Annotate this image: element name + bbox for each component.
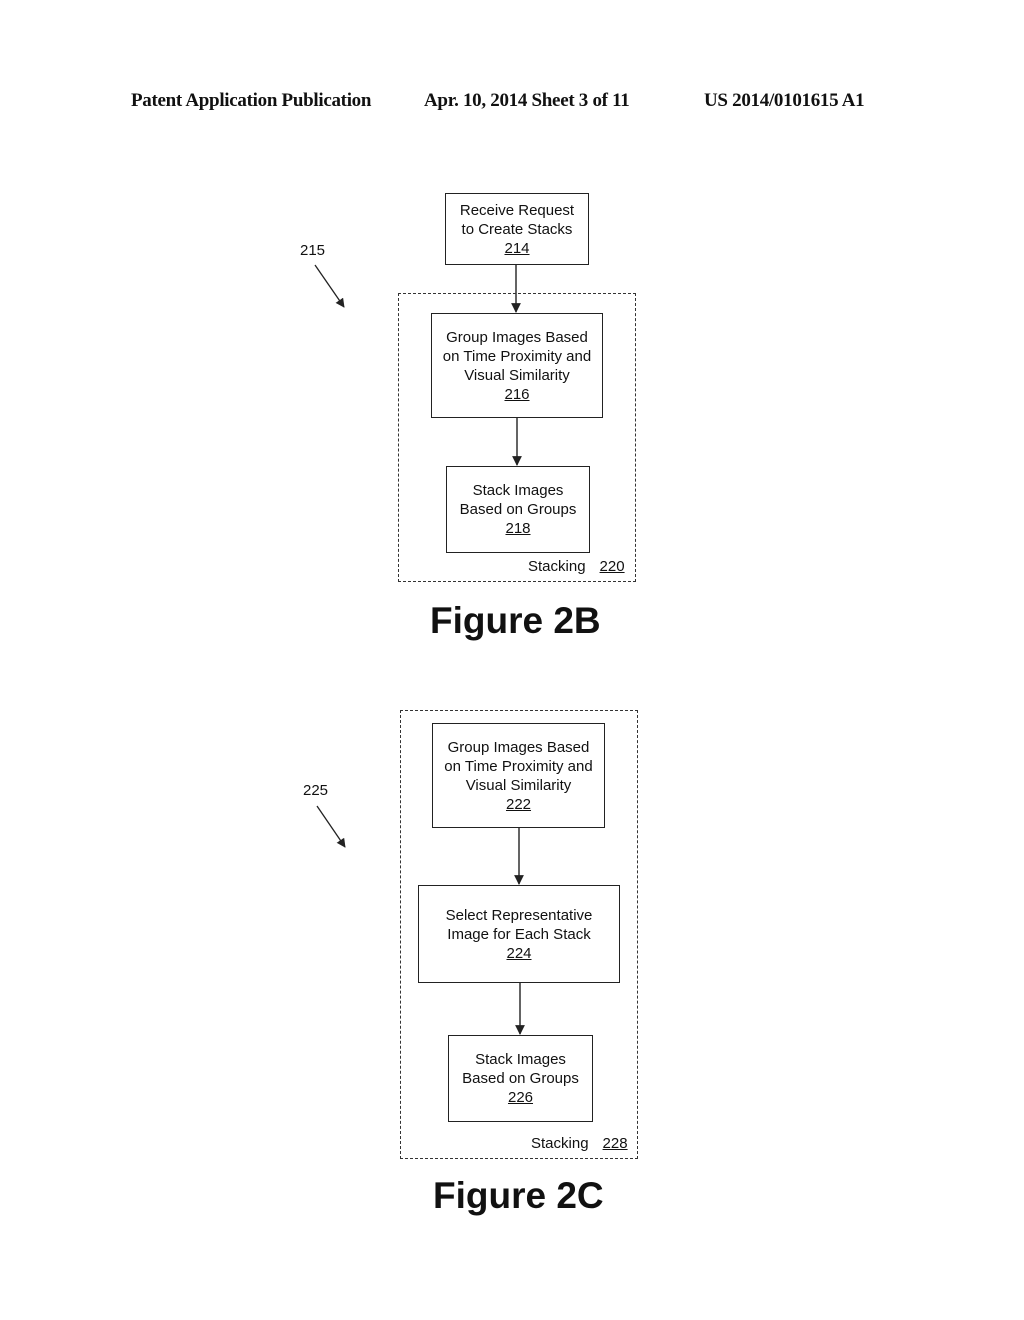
flow-step-group-images: Group Images Based on Time Proximity and… xyxy=(431,313,603,418)
step-text-line: Based on Groups xyxy=(459,501,577,518)
figure-2b-caption: Figure 2B xyxy=(430,600,601,641)
step-reference-number: 216 xyxy=(504,385,530,403)
step-text-line: to Create Stacks xyxy=(461,220,573,238)
step-text-line: on Time Proximity and xyxy=(444,757,593,775)
ref-arrow-215 xyxy=(314,264,345,308)
figure-2c-caption: Figure 2C xyxy=(433,1175,604,1216)
flow-step-stack-images: Stack Images Based on Groups 218 xyxy=(446,466,590,553)
flow-step-receive-request: Receive Request to Create Stacks 214 xyxy=(445,193,589,265)
header-publication-type: Patent Application Publication xyxy=(131,90,372,111)
stacking-container-label: Stacking 228 xyxy=(531,1135,628,1152)
step-text-line: Group Images Based xyxy=(447,738,590,756)
step-reference-number: 222 xyxy=(505,795,532,813)
figure-2c-reference-label: 225 xyxy=(303,782,329,799)
step-text-line: on Time Proximity and xyxy=(442,347,592,365)
stacking-container-label: Stacking 220 xyxy=(528,558,625,575)
step-text-line: Receive Request xyxy=(459,201,575,219)
step-text-line: Select Representative xyxy=(445,906,593,924)
ref-arrow-225 xyxy=(316,805,346,848)
container-label-text: Stacking xyxy=(531,1135,589,1152)
step-text-line: Group Images Based xyxy=(446,328,588,346)
flow-step-stack-images: Stack Images Based on Groups 226 xyxy=(448,1035,593,1122)
step-reference-number: 224 xyxy=(506,944,532,962)
header-date-sheet: Apr. 10, 2014 Sheet 3 of 11 xyxy=(424,90,630,111)
step-reference-number: 218 xyxy=(505,520,531,537)
flow-step-select-representative: Select Representative Image for Each Sta… xyxy=(418,885,620,983)
step-text-line: Based on Groups xyxy=(462,1070,579,1087)
step-reference-number: 214 xyxy=(504,239,530,257)
container-label-text: Stacking xyxy=(528,558,586,575)
figure-2b-reference-label: 215 xyxy=(300,242,326,259)
container-reference-number: 228 xyxy=(602,1135,628,1152)
step-text-line: Stack Images xyxy=(472,482,564,499)
flow-step-group-images: Group Images Based on Time Proximity and… xyxy=(432,723,605,828)
step-text-line: Stack Images xyxy=(475,1051,566,1068)
step-text-line: Visual Similarity xyxy=(464,366,570,384)
container-reference-number: 220 xyxy=(599,558,625,575)
step-reference-number: 226 xyxy=(507,1089,534,1106)
step-text-line: Image for Each Stack xyxy=(447,925,591,943)
step-text-line: Visual Similarity xyxy=(465,776,572,794)
header-patent-number: US 2014/0101615 A1 xyxy=(704,90,865,111)
